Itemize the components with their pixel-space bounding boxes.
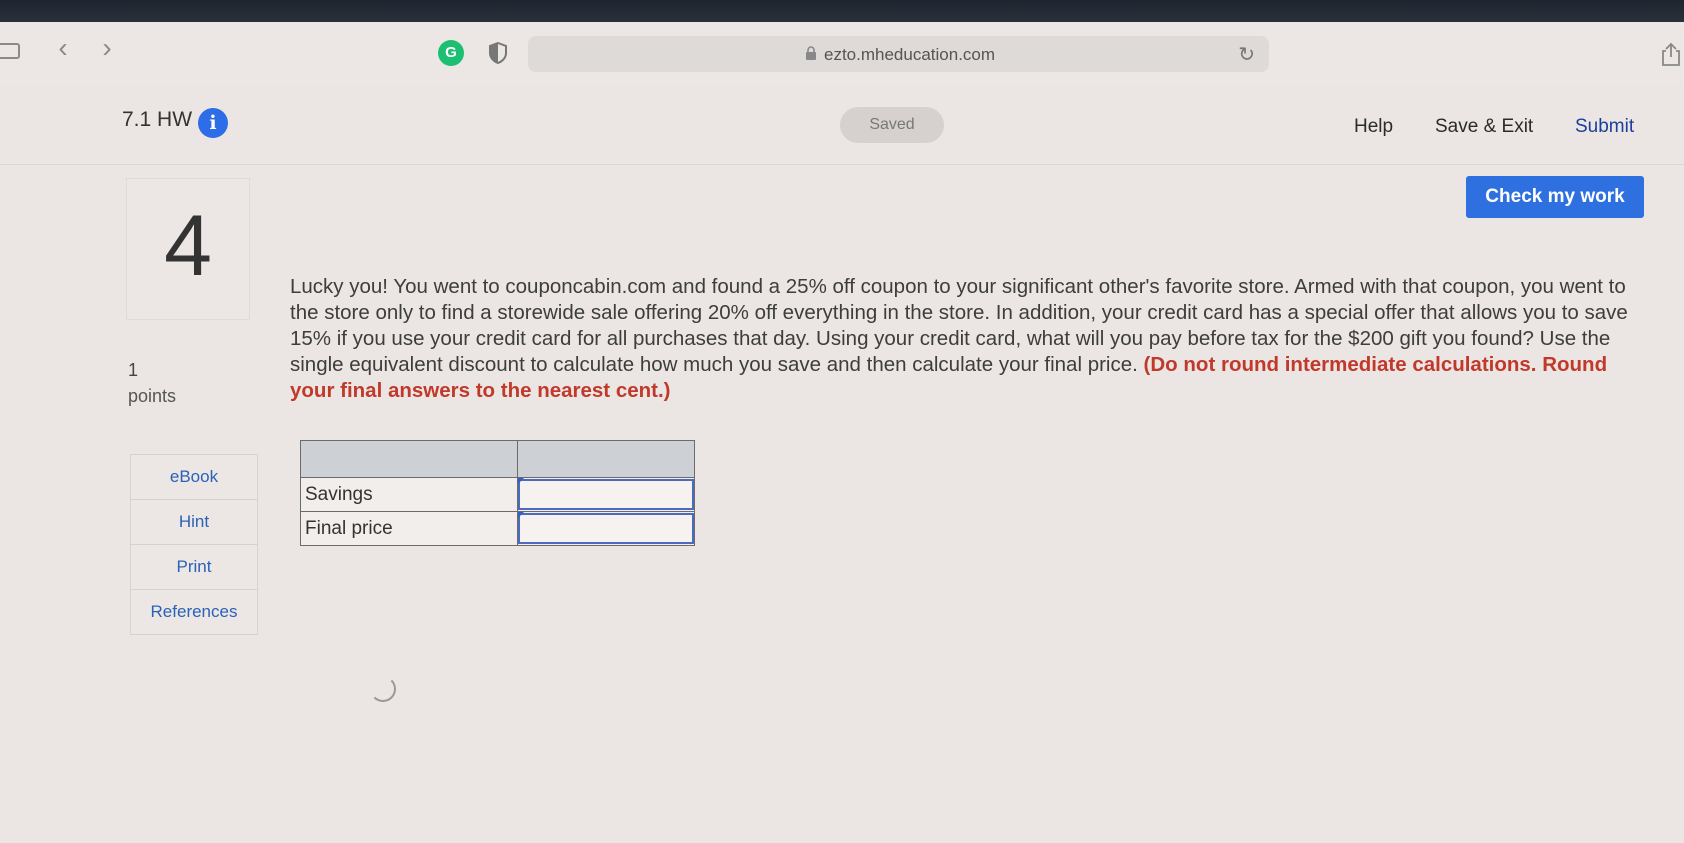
final-price-input[interactable] — [518, 513, 694, 544]
table-header-cell — [300, 440, 518, 478]
points-label: points — [128, 386, 177, 406]
grammarly-extension-icon[interactable]: G — [438, 40, 464, 66]
share-icon[interactable] — [1660, 42, 1682, 66]
privacy-shield-icon[interactable] — [488, 42, 508, 64]
lock-icon — [806, 46, 816, 60]
input-flag-icon — [518, 512, 524, 518]
print-link[interactable]: Print — [131, 545, 257, 590]
ebook-link[interactable]: eBook — [131, 455, 257, 500]
url-text: ezto.mheducation.com — [824, 45, 996, 64]
forward-button[interactable]: › — [92, 34, 122, 64]
table-header-cell — [517, 440, 695, 478]
check-my-work-button[interactable]: Check my work — [1466, 176, 1644, 218]
question-number-box: 4 — [126, 178, 250, 320]
save-exit-link[interactable]: Save & Exit — [1435, 116, 1533, 138]
question-text-block: Lucky you! You went to couponcabin.com a… — [290, 274, 1652, 404]
sidebar-toggle-icon[interactable] — [0, 43, 20, 59]
references-link[interactable]: References — [131, 590, 257, 634]
saved-status-badge: Saved — [840, 107, 944, 143]
points-value: 1 — [128, 360, 139, 380]
final-price-label: Final price — [300, 511, 518, 546]
back-button[interactable]: ‹ — [48, 34, 78, 64]
submit-link[interactable]: Submit — [1575, 116, 1634, 138]
table-row: Final price — [300, 511, 695, 546]
question-tools-panel: eBook Hint Print References — [130, 454, 258, 635]
input-flag-icon — [518, 478, 524, 484]
savings-cell — [517, 477, 695, 512]
savings-input[interactable] — [518, 479, 694, 510]
browser-toolbar: ‹ › G ezto.mheducation.com ↻ — [0, 22, 1684, 86]
reload-icon[interactable]: ↻ — [1238, 42, 1255, 67]
info-icon[interactable]: i — [198, 108, 228, 138]
screen-bezel — [0, 0, 1684, 22]
savings-label: Savings — [300, 477, 518, 512]
assignment-title: 7.1 HW — [122, 108, 193, 131]
help-link[interactable]: Help — [1354, 116, 1393, 138]
address-bar[interactable]: ezto.mheducation.com ↻ — [528, 36, 1269, 72]
final-price-cell — [517, 511, 695, 546]
table-row: Savings — [300, 477, 695, 512]
loading-spinner-icon — [370, 676, 396, 702]
question-number: 4 — [164, 198, 212, 294]
answer-table: Savings Final price — [300, 440, 695, 546]
table-header-row — [300, 440, 695, 478]
hint-link[interactable]: Hint — [131, 500, 257, 545]
assignment-header: 7.1 HW i Saved Help Save & Exit Submit — [0, 86, 1684, 165]
